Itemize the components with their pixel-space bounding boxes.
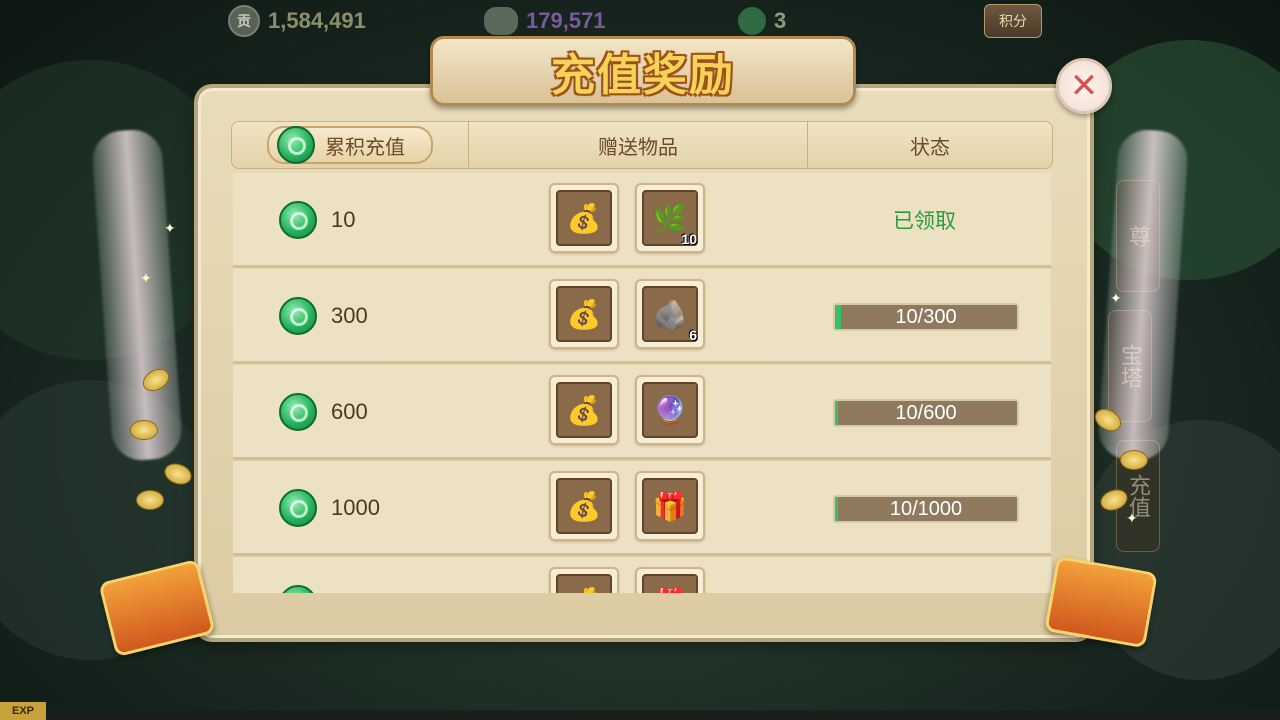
silver-ingot-icon — [484, 7, 518, 35]
reward-item-slot[interactable]: 💰 — [549, 279, 619, 349]
reward-item-slot[interactable]: 🪨 6 — [635, 279, 705, 349]
score-button[interactable]: 积分 — [984, 4, 1042, 38]
item-count: 10 — [681, 231, 697, 247]
gift-pouch-icon: 🎁 — [642, 574, 698, 593]
reward-row: 💰 🎁 — [233, 557, 1051, 593]
header-cumulative: 累积充值 — [232, 122, 469, 168]
dialog-title-plate: 充值奖励 — [430, 36, 856, 106]
progress-label: 10/1000 — [889, 497, 963, 520]
sparkle-decoration: ✦ — [164, 220, 176, 236]
reward-item-slot[interactable]: 💰 — [549, 471, 619, 541]
dialog-panel: 累积充值 赠送物品 状态 10 💰 🌿 10 已领取 300 💰 🪨 6 10/… — [198, 88, 1090, 638]
reward-item-slot[interactable]: 🎁 — [635, 567, 705, 593]
reward-amount: 1000 — [279, 489, 380, 527]
jade-icon — [277, 126, 315, 164]
table-header: 累积充值 赠送物品 状态 — [231, 121, 1053, 169]
reward-list[interactable]: 10 💰 🌿 10 已领取 300 💰 🪨 6 10/300 600 💰 🔮 1… — [233, 173, 1051, 593]
reward-amount-value: 1000 — [331, 495, 380, 520]
gold-coin — [1120, 450, 1148, 470]
reward-item-slot[interactable]: 🔮 — [635, 375, 705, 445]
gold-coin — [130, 420, 158, 440]
progress-label: 10/300 — [895, 305, 957, 328]
sparkle-decoration: ✦ — [1110, 290, 1122, 306]
exp-bar — [46, 710, 1280, 720]
reward-row: 600 💰 🔮 10/600 — [233, 365, 1051, 460]
reward-amount: 600 — [279, 393, 368, 431]
reward-amount — [279, 585, 317, 593]
reward-row: 10 💰 🌿 10 已领取 — [233, 173, 1051, 268]
currency-silver-value: 179,571 — [526, 8, 606, 33]
money-bag-icon: 💰 — [556, 286, 612, 342]
reward-row: 1000 💰 🎁 10/1000 — [233, 461, 1051, 556]
reward-item-slot[interactable]: 🎁 — [635, 471, 705, 541]
jade-icon — [279, 201, 317, 239]
jade-icon — [279, 585, 317, 593]
sparkle-decoration: ✦ — [1126, 510, 1138, 526]
reward-amount-value: 10 — [331, 207, 356, 232]
crystal-orb-icon: 🔮 — [642, 382, 698, 438]
jade-icon — [279, 393, 317, 431]
close-button[interactable]: ✕ — [1056, 58, 1112, 114]
status-claimed: 已领取 — [893, 210, 956, 233]
progress-label: 10/600 — [895, 401, 957, 424]
currency-silver: 179,571 — [484, 6, 606, 36]
jade-icon — [279, 489, 317, 527]
recharge-reward-dialog: 累积充值 赠送物品 状态 10 💰 🌿 10 已领取 300 💰 🪨 6 10/… — [90, 36, 1190, 658]
currency-jade-value: 3 — [774, 8, 787, 33]
jade-icon — [279, 297, 317, 335]
header-cumulative-label: 累积充值 — [325, 136, 405, 159]
money-bag-icon: 💰 — [556, 382, 612, 438]
item-count: 6 — [689, 327, 697, 343]
reward-amount: 300 — [279, 297, 368, 335]
close-icon: ✕ — [1069, 67, 1099, 105]
dialog-title: 充值奖励 — [551, 50, 735, 101]
jade-icon — [738, 7, 766, 35]
header-gift-items: 赠送物品 — [469, 122, 808, 168]
money-bag-icon: 💰 — [556, 478, 612, 534]
reward-item-slot[interactable]: 💰 — [549, 183, 619, 253]
reward-row: 300 💰 🪨 6 10/300 — [233, 269, 1051, 364]
currency-contribution: 贡 1,584,491 — [228, 5, 366, 37]
progress-bar: 10/1000 — [833, 495, 1019, 523]
sparkle-decoration: ✦ — [140, 270, 152, 286]
header-status: 状态 — [910, 136, 950, 159]
reward-item-slot[interactable]: 🌿 10 — [635, 183, 705, 253]
reward-amount-value: 300 — [331, 303, 368, 328]
gold-coin — [161, 459, 195, 489]
reward-item-slot[interactable]: 💰 — [549, 375, 619, 445]
money-bag-icon: 💰 — [556, 574, 612, 593]
progress-bar: 10/300 — [833, 303, 1019, 331]
exp-label: EXP — [0, 702, 46, 720]
money-bag-icon: 💰 — [556, 190, 612, 246]
contribution-icon: 贡 — [228, 5, 260, 37]
cumulative-pill: 累积充值 — [267, 126, 433, 164]
reward-amount: 10 — [279, 201, 355, 239]
reward-item-slot[interactable]: 💰 — [549, 567, 619, 593]
gift-pouch-icon: 🎁 — [642, 478, 698, 534]
gold-coin — [136, 490, 164, 510]
currency-contribution-value: 1,584,491 — [268, 8, 366, 33]
reward-amount-value: 600 — [331, 399, 368, 424]
progress-bar: 10/600 — [833, 399, 1019, 427]
currency-jade: 3 — [738, 6, 786, 36]
